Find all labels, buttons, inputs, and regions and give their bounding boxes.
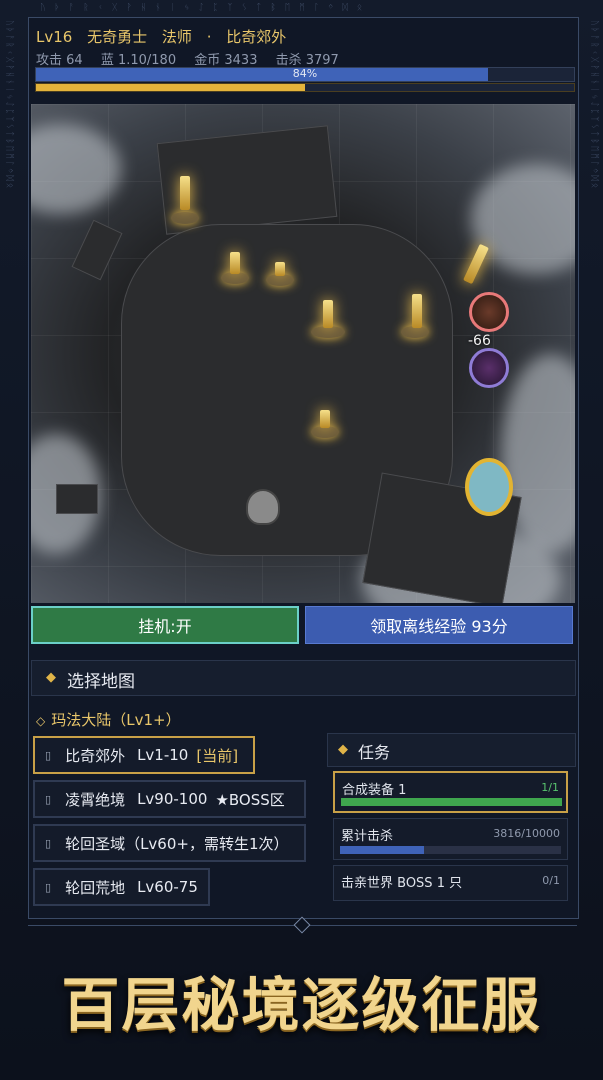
task-title: 任务 [358, 743, 391, 762]
mana-bar [35, 83, 575, 92]
separator-dot: · [206, 28, 212, 46]
damage-number: -66 [468, 333, 491, 349]
map-square-icon: ▯ [45, 836, 52, 850]
mana-bar-fill [36, 84, 305, 91]
enemy-avatar-icon[interactable] [469, 292, 509, 332]
map-item-lun-hui-huang-di[interactable]: ▯ 轮回荒地 Lv60-75 [33, 868, 210, 906]
pillar-base [171, 212, 199, 224]
map-square-icon: ▯ [45, 792, 52, 806]
region-label[interactable]: ◇ 玛法大陆（Lv1+） [36, 709, 181, 730]
diamond-icon: ◆ [338, 742, 348, 757]
rune-border-right: ᚢᚦᚨᚱᚲᚷᚹᚺᚾᛁᛃᛇᛈᛉᛊᛏᛒᛖᛗᛚᛜᛞᛟ [589, 20, 599, 191]
glowing-pillar-icon[interactable] [275, 262, 285, 276]
mana-stat: 蓝 1.10/180 [100, 53, 177, 68]
portal-icon[interactable] [465, 458, 513, 516]
map-item-name: 轮回圣域（Lv60+，需转生1次） [65, 834, 289, 853]
glowing-pillar-icon[interactable] [412, 294, 422, 328]
glowing-pillar-icon[interactable] [320, 410, 330, 428]
rune-border-top: ᚢᚦᚨᚱᚲᚷᚹᚺᚾᛁᛃᛇᛈᛉᛊᛏᛒᛖᛗᛚᛜᛞᛟ [40, 3, 372, 13]
task-name: 合成装备 1 [342, 783, 407, 798]
offline-exp-button[interactable]: 领取离线经验 93分 [305, 606, 573, 644]
map-item-tag: ★BOSS区 [215, 790, 285, 809]
map-item-name: 比奇郊外 [65, 746, 126, 765]
task-item[interactable]: 击亲世界 BOSS 1 只 0/1 [333, 865, 568, 901]
task-progress: 3816/10000 [493, 827, 560, 840]
gold-stat: 金币 3433 [194, 53, 258, 68]
diamond-icon: ◆ [46, 670, 56, 685]
map-item-level: Lv60-75 [137, 878, 198, 896]
map-item-name: 轮回荒地 [65, 878, 126, 897]
player-title: 无奇勇士 [87, 28, 148, 46]
task-name: 击亲世界 BOSS 1 只 [341, 876, 463, 891]
task-item[interactable]: 累计击杀 3816/10000 [333, 818, 568, 860]
map-item-level: Lv90-100 [137, 790, 208, 808]
player-avatar-icon[interactable] [469, 348, 509, 388]
task-progress-fill [341, 798, 562, 806]
player-class: 法师 [161, 28, 192, 46]
attack-stat: 攻击 64 [36, 53, 83, 68]
diamond-outline-icon: ◇ [36, 714, 46, 728]
exp-bar: 84% [35, 67, 575, 82]
task-progress: 1/1 [541, 781, 559, 794]
glowing-pillar-icon[interactable] [180, 176, 190, 210]
map-square-icon: ▯ [45, 748, 52, 762]
region-name: 玛法大陆（Lv1+） [51, 711, 181, 729]
task-progress-bar [341, 798, 562, 806]
current-location: 比奇郊外 [226, 28, 287, 46]
map-item-name: 凌霄绝境 [65, 790, 126, 809]
map-item-bi-qi[interactable]: ▯ 比奇郊外 Lv1-10 [当前] [33, 736, 255, 774]
map-item-level: Lv1-10 [137, 746, 189, 764]
player-header: Lv16 无奇勇士 法师 · 比奇郊外 [36, 26, 296, 47]
task-progress: 0/1 [542, 874, 560, 887]
skull-enemy-icon[interactable] [246, 489, 280, 525]
map-item-tag: [当前] [196, 746, 239, 765]
task-item[interactable]: 合成装备 1 1/1 [333, 771, 568, 813]
task-progress-fill [340, 846, 424, 854]
world-map-view[interactable] [31, 104, 575, 603]
exp-bar-label: 84% [292, 67, 318, 80]
rune-border-left: ᚢᚦᚨᚱᚲᚷᚹᚺᚾᛁᛃᛇᛈᛉᛊᛏᛒᛖᛗᛚᛜᛞᛟ [4, 20, 14, 191]
map-select-header: ◆ 选择地图 [31, 660, 576, 696]
glowing-pillar-icon[interactable] [323, 300, 333, 328]
map-select-title: 选择地图 [67, 672, 135, 692]
map-item-lun-hui-sheng-yu[interactable]: ▯ 轮回圣域（Lv60+，需转生1次） [33, 824, 306, 862]
idle-toggle-button[interactable]: 挂机:开 [31, 606, 299, 644]
task-name: 累计击杀 [341, 829, 394, 844]
glowing-pillar-icon[interactable] [230, 252, 240, 274]
floating-rock [56, 484, 98, 514]
promo-slogan: 百层秘境逐级征服 [61, 971, 542, 1039]
player-level: Lv16 [36, 28, 73, 46]
map-item-ling-xiao[interactable]: ▯ 凌霄绝境 Lv90-100 ★BOSS区 [33, 780, 306, 818]
player-stats: 攻击 64 蓝 1.10/180 金币 3433 击杀 3797 [36, 49, 353, 68]
kills-stat: 击杀 3797 [275, 53, 339, 68]
task-progress-bar [340, 846, 561, 854]
map-square-icon: ▯ [45, 880, 52, 894]
task-header: ◆ 任务 [327, 733, 576, 767]
